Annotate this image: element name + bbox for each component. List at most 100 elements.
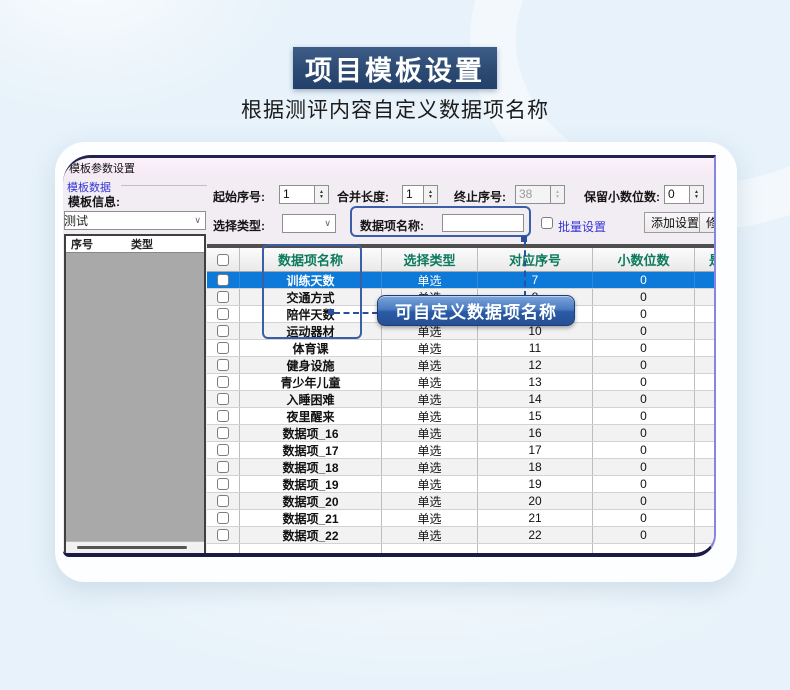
batch-settings-checkbox[interactable] <box>541 217 553 229</box>
cell-decimals: 0 <box>593 391 695 407</box>
cell-empty <box>382 544 478 557</box>
row-checkbox[interactable] <box>217 495 229 507</box>
cell-seq: 19 <box>478 476 593 492</box>
cell-seq: 16 <box>478 425 593 441</box>
cell-select-type: 单选 <box>382 374 478 390</box>
cell-extra <box>695 476 716 492</box>
table-row[interactable]: 数据项_17单选170 <box>207 442 716 459</box>
decimals-spinner[interactable]: ▲▼ <box>690 185 704 204</box>
row-checkbox[interactable] <box>217 427 229 439</box>
cell-select-type: 单选 <box>382 391 478 407</box>
table-row[interactable]: 数据项_19单选190 <box>207 476 716 493</box>
row-checkbox[interactable] <box>217 529 229 541</box>
window-titlebar[interactable]: 模板参数设置 <box>63 158 714 177</box>
cell-extra <box>695 374 716 390</box>
row-checkbox[interactable] <box>217 478 229 490</box>
modify-settings-button[interactable]: 修改设置 <box>699 212 716 233</box>
row-checkbox-cell <box>207 510 240 526</box>
merge-len-input[interactable]: 1 <box>402 185 424 204</box>
row-checkbox[interactable] <box>217 325 229 337</box>
cell-seq: 14 <box>478 391 593 407</box>
decimals-input[interactable]: 0 <box>664 185 690 204</box>
cell-item-name: 数据项_21 <box>240 510 382 526</box>
header-checkbox-cell <box>207 248 240 271</box>
annotation-callout: 可自定义数据项名称 <box>377 295 575 326</box>
horizontal-scrollbar[interactable] <box>66 541 204 554</box>
table-row[interactable]: 数据项_20单选200 <box>207 493 716 510</box>
cell-decimals: 0 <box>593 425 695 441</box>
row-checkbox-cell <box>207 272 240 288</box>
row-checkbox-cell <box>207 340 240 356</box>
select-all-checkbox[interactable] <box>217 254 229 266</box>
table-row[interactable]: 夜里醒来单选150 <box>207 408 716 425</box>
row-checkbox[interactable] <box>217 393 229 405</box>
cell-item-name: 数据项_16 <box>240 425 382 441</box>
cell-extra <box>695 272 716 288</box>
page-subtitle: 根据测评内容自定义数据项名称 <box>0 94 790 124</box>
row-checkbox[interactable] <box>217 308 229 320</box>
row-checkbox[interactable] <box>217 291 229 303</box>
table-row[interactable]: 入睡困难单选140 <box>207 391 716 408</box>
scrollbar-thumb[interactable] <box>77 546 187 549</box>
merge-len-label: 合并长度: <box>337 188 389 205</box>
row-checkbox[interactable] <box>217 410 229 422</box>
cell-item-name: 数据项_20 <box>240 493 382 509</box>
row-checkbox-cell <box>207 357 240 373</box>
table-row[interactable]: 体育课单选110 <box>207 340 716 357</box>
cell-seq: 18 <box>478 459 593 475</box>
cell-extra <box>695 289 716 305</box>
cell-select-type: 单选 <box>382 272 478 288</box>
start-seq-input[interactable]: 1 <box>279 185 315 204</box>
table-row[interactable]: 数据项_18单选180 <box>207 459 716 476</box>
groupbox-border <box>121 185 207 186</box>
sequence-type-list[interactable]: 序号 类型 <box>64 234 206 556</box>
cell-seq: 13 <box>478 374 593 390</box>
row-checkbox[interactable] <box>217 359 229 371</box>
row-checkbox-cell <box>207 391 240 407</box>
cell-select-type: 单选 <box>382 357 478 373</box>
template-select[interactable]: 测试 ∨ <box>64 211 206 230</box>
row-checkbox[interactable] <box>217 376 229 388</box>
row-checkbox[interactable] <box>217 342 229 354</box>
cell-extra <box>695 357 716 373</box>
cell-seq: 12 <box>478 357 593 373</box>
table-row[interactable]: 数据项_16单选160 <box>207 425 716 442</box>
start-seq-spinner[interactable]: ▲▼ <box>315 185 329 204</box>
cell-seq: 17 <box>478 442 593 458</box>
select-type-dropdown[interactable]: ∨ <box>282 214 336 233</box>
cell-decimals: 0 <box>593 408 695 424</box>
row-checkbox[interactable] <box>217 274 229 286</box>
cell-decimals: 0 <box>593 459 695 475</box>
annotation-dashed-line-vertical <box>524 240 526 297</box>
add-settings-button[interactable]: 添加设置 <box>644 212 706 233</box>
row-checkbox[interactable] <box>217 461 229 473</box>
cell-item-name: 青少年儿童 <box>240 374 382 390</box>
row-checkbox[interactable] <box>217 444 229 456</box>
header-decimals[interactable]: 小数位数 <box>593 248 695 271</box>
cell-decimals: 0 <box>593 340 695 356</box>
chevron-down-icon: ∨ <box>324 218 331 229</box>
table-row[interactable]: 青少年儿童单选130 <box>207 374 716 391</box>
cell-select-type: 单选 <box>382 425 478 441</box>
cell-extra <box>695 323 716 339</box>
header-seq[interactable]: 对应序号 <box>478 248 593 271</box>
header-select-type[interactable]: 选择类型 <box>382 248 478 271</box>
cell-empty <box>240 544 382 557</box>
cell-item-name: 数据项_19 <box>240 476 382 492</box>
cell-item-name: 体育课 <box>240 340 382 356</box>
row-checkbox-cell <box>207 289 240 305</box>
table-row[interactable]: 数据项_22单选220 <box>207 527 716 544</box>
cell-select-type: 单选 <box>382 459 478 475</box>
cell-item-name: 数据项_22 <box>240 527 382 543</box>
merge-len-spinner[interactable]: ▲▼ <box>424 185 438 204</box>
cell-decimals: 0 <box>593 510 695 526</box>
row-checkbox[interactable] <box>217 512 229 524</box>
batch-settings-label: 批量设置 <box>558 218 606 235</box>
cell-item-name: 夜里醒来 <box>240 408 382 424</box>
table-row[interactable]: 数据项_21单选210 <box>207 510 716 527</box>
start-seq-label: 起始序号: <box>213 188 265 205</box>
cell-decimals: 0 <box>593 357 695 373</box>
cell-extra <box>695 493 716 509</box>
annotation-dashed-line-horizontal <box>334 312 378 314</box>
table-row[interactable]: 健身设施单选120 <box>207 357 716 374</box>
